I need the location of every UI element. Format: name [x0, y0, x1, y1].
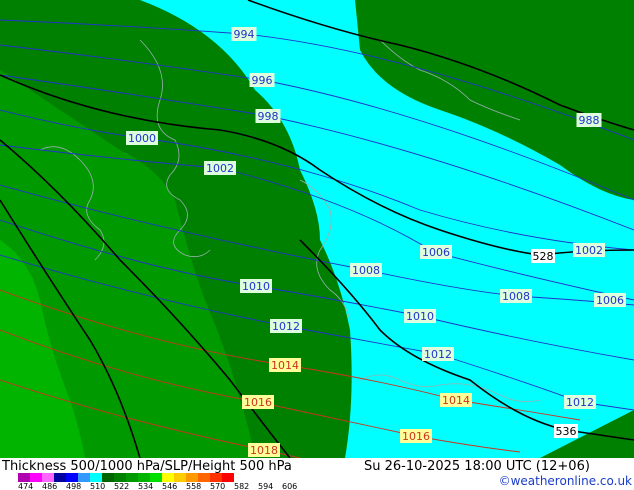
legend-swatch [114, 473, 126, 482]
thickness-label: 536 [556, 425, 577, 438]
isobar-label: 988 [579, 114, 600, 127]
legend-tick: 570 [210, 482, 226, 490]
map-canvas: 994 996 998 1000 1002 1006 1008 1008 1010 1010 101… [0, 0, 634, 458]
isobar-label: 1010 [242, 280, 270, 293]
isobar-label: 1012 [272, 320, 300, 333]
legend-tick: 498 [66, 482, 82, 490]
legend-tick: 594 [258, 482, 274, 490]
isobar-label: 1010 [406, 310, 434, 323]
legend-tick: 510 [90, 482, 106, 490]
isobar-label: 998 [258, 110, 279, 123]
legend-tick: 534 [138, 482, 154, 490]
isobar-label: 1002 [575, 244, 603, 257]
legend-swatch [126, 473, 138, 482]
legend-swatch [90, 473, 102, 482]
legend-tick: 486 [42, 482, 58, 490]
isobar-label: 1014 [442, 394, 470, 407]
legend-tick: 606 [282, 482, 298, 490]
legend-swatch [186, 473, 198, 482]
legend-swatch [30, 473, 42, 482]
map-title: Thickness 500/1000 hPa/SLP/Height 500 hP… [2, 459, 292, 474]
legend-swatch [162, 473, 174, 482]
legend-swatch [150, 473, 162, 482]
legend-swatch [18, 473, 30, 482]
isobar-label: 1006 [422, 246, 450, 259]
isobar-label: 1018 [250, 444, 278, 457]
legend-tick: 582 [234, 482, 250, 490]
legend-tick: 522 [114, 482, 130, 490]
isobar-label: 1016 [402, 430, 430, 443]
isobar-label: 1002 [206, 162, 234, 175]
isobar-label: 1016 [244, 396, 272, 409]
legend-tick: 558 [186, 482, 202, 490]
isobar-label: 1008 [502, 290, 530, 303]
isobar-label: 1012 [566, 396, 594, 409]
isobar-label: 996 [252, 74, 273, 87]
isobar-label: 1014 [271, 359, 299, 372]
isobar-label: 994 [234, 28, 255, 41]
legend-swatch [66, 473, 78, 482]
legend-swatch [42, 473, 54, 482]
isobar-label: 1006 [596, 294, 624, 307]
isobar-label: 1000 [128, 132, 156, 145]
isobar-label: 1012 [424, 348, 452, 361]
legend-swatch [78, 473, 90, 482]
legend-swatch [54, 473, 66, 482]
credit-link[interactable]: ©weatheronline.co.uk [499, 474, 632, 488]
legend-tick: 474 [18, 482, 34, 490]
isobar-label: 1008 [352, 264, 380, 277]
legend-swatch [222, 473, 234, 482]
weather-map: 994 996 998 1000 1002 1006 1008 1008 1010 1010 101… [0, 0, 634, 490]
map-datetime: Su 26-10-2025 18:00 UTC (12+06) [364, 459, 590, 474]
legend-swatch [198, 473, 210, 482]
thickness-label: 528 [533, 250, 554, 263]
legend-swatch [174, 473, 186, 482]
legend-swatch [138, 473, 150, 482]
legend-tick: 546 [162, 482, 178, 490]
legend-swatch [210, 473, 222, 482]
thickness-legend-bar [18, 473, 234, 482]
legend-swatch [102, 473, 114, 482]
